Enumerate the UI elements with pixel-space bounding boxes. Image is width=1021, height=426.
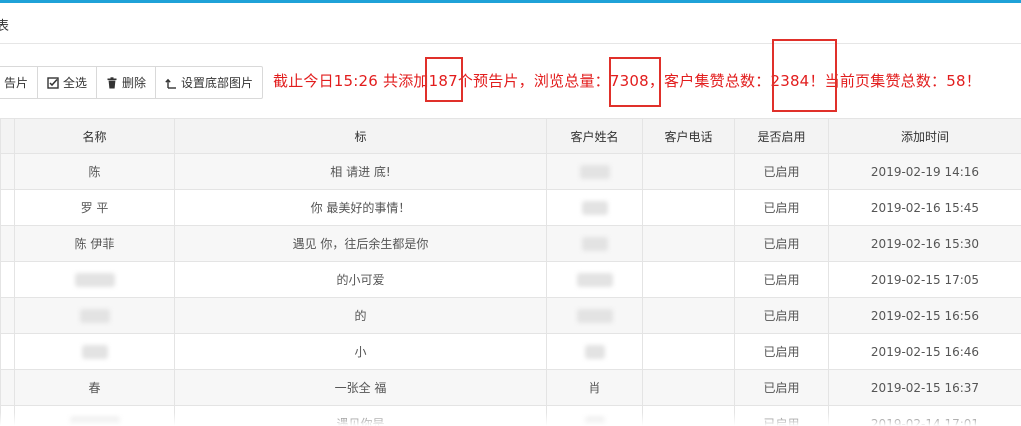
- cell-time: 2019-02-15 16:56: [828, 297, 1021, 334]
- cell-title: 你 最美好的事情！: [174, 189, 547, 226]
- page-title: 表: [0, 19, 10, 34]
- row-checkbox-cell[interactable]: [0, 261, 15, 298]
- row-checkbox-cell[interactable]: [0, 297, 15, 334]
- bottom-fade: [0, 412, 1021, 426]
- trash-icon: [107, 76, 117, 88]
- cell-customer: [546, 189, 643, 226]
- cell-enabled: 已启用: [734, 261, 829, 298]
- col-header-title[interactable]: 标: [174, 118, 547, 154]
- set-bottom-image-label: 设置底部图片: [181, 76, 254, 90]
- cell-time: 2019-02-15 17:05: [828, 261, 1021, 298]
- row-checkbox-cell[interactable]: [0, 333, 15, 370]
- cell-customer: [546, 153, 643, 190]
- cell-customer: [546, 225, 643, 262]
- title-strip: 表: [0, 3, 1021, 44]
- cell-name: 罗 平: [14, 189, 175, 226]
- check-square-icon: [47, 76, 59, 89]
- cell-time: 2019-02-19 14:16: [828, 153, 1021, 190]
- cell-name: 春: [14, 369, 175, 406]
- table-row[interactable]: 陈 伊菲 遇见 你，往后余生都是你 已启用 2019-02-16 15:30: [0, 225, 1021, 262]
- delete-button[interactable]: 删除: [97, 67, 157, 98]
- table-row[interactable]: 罗 平 你 最美好的事情！ 已启用 2019-02-16 15:45: [0, 189, 1021, 226]
- cell-phone: [642, 369, 735, 406]
- add-trailer-label: 告片: [4, 76, 29, 90]
- cell-time: 2019-02-16 15:45: [828, 189, 1021, 226]
- select-all-label: 全选: [63, 76, 88, 90]
- cell-name: [14, 261, 175, 298]
- cell-title: 的小可爱: [174, 261, 547, 298]
- set-bottom-image-button[interactable]: 设置底部图片: [156, 67, 262, 98]
- cell-enabled: 已启用: [734, 333, 829, 370]
- notice-prefix: 截止今日15:26 共添加: [273, 72, 429, 90]
- col-header-customer[interactable]: 客户姓名: [546, 118, 643, 154]
- cell-time: 2019-02-16 15:30: [828, 225, 1021, 262]
- row-checkbox-cell[interactable]: [0, 189, 15, 226]
- row-checkbox-cell[interactable]: [0, 225, 15, 262]
- table-row[interactable]: 陈 相 请进 底! 已启用 2019-02-19 14:16: [0, 153, 1021, 190]
- table-row[interactable]: 小 已启用 2019-02-15 16:46: [0, 333, 1021, 370]
- row-checkbox-cell[interactable]: [0, 369, 15, 406]
- cell-phone: [642, 153, 735, 190]
- table-row[interactable]: 春 一张全 福 肖 已启用 2019-02-15 16:37: [0, 369, 1021, 406]
- cell-time: 2019-02-15 16:46: [828, 333, 1021, 370]
- cell-time: 2019-02-15 16:37: [828, 369, 1021, 406]
- table-row[interactable]: 的小可爱 已启用 2019-02-15 17:05: [0, 261, 1021, 298]
- col-header-phone[interactable]: 客户电话: [642, 118, 735, 154]
- cell-name: [14, 333, 175, 370]
- add-trailer-button[interactable]: 告片: [0, 67, 39, 98]
- checkbox-col-header: [0, 118, 15, 154]
- cell-phone: [642, 225, 735, 262]
- cell-enabled: 已启用: [734, 369, 829, 406]
- highlight-box-views: [609, 57, 661, 107]
- cell-name: 陈: [14, 153, 175, 190]
- cell-customer: [546, 297, 643, 334]
- delete-label: 删除: [122, 76, 147, 90]
- cell-enabled: 已启用: [734, 153, 829, 190]
- cell-name: 陈 伊菲: [14, 225, 175, 262]
- notice-mid2: ，客户集赞总数：: [648, 72, 771, 90]
- cell-title: 遇见 你，往后余生都是你: [174, 225, 547, 262]
- col-header-enabled[interactable]: 是否启用: [734, 118, 829, 154]
- upload-image-icon: [165, 78, 177, 89]
- trailer-table: 名称 标 客户姓名 客户电话 是否启用 添加时间 陈 相 请进 底! 已启用 2…: [0, 118, 1021, 426]
- col-header-name[interactable]: 名称: [14, 118, 175, 154]
- cell-enabled: 已启用: [734, 225, 829, 262]
- cell-customer: [546, 333, 643, 370]
- cell-title: 小: [174, 333, 547, 370]
- toolbar: 告片 全选 删除 设置底部图片: [0, 66, 264, 99]
- cell-title: 相 请进 底!: [174, 153, 547, 190]
- notice-mid1: 个预告片，浏览总量：: [457, 72, 610, 90]
- highlight-box-likes: [772, 39, 837, 112]
- row-checkbox-cell[interactable]: [0, 153, 15, 190]
- cell-enabled: 已启用: [734, 189, 829, 226]
- cell-title: 的: [174, 297, 547, 334]
- table-row[interactable]: 的 已启用 2019-02-15 16:56: [0, 297, 1021, 334]
- col-header-time[interactable]: 添加时间: [828, 118, 1021, 154]
- select-all-button[interactable]: 全选: [38, 67, 98, 98]
- cell-title: 一张全 福: [174, 369, 547, 406]
- cell-customer: [546, 261, 643, 298]
- cell-phone: [642, 261, 735, 298]
- cell-enabled: 已启用: [734, 297, 829, 334]
- cell-phone: [642, 189, 735, 226]
- cell-phone: [642, 333, 735, 370]
- cell-name: [14, 297, 175, 334]
- cell-customer: 肖: [546, 369, 643, 406]
- cell-phone: [642, 297, 735, 334]
- highlight-box-added: [425, 57, 463, 102]
- table-header-row: 名称 标 客户姓名 客户电话 是否启用 添加时间: [0, 118, 1021, 154]
